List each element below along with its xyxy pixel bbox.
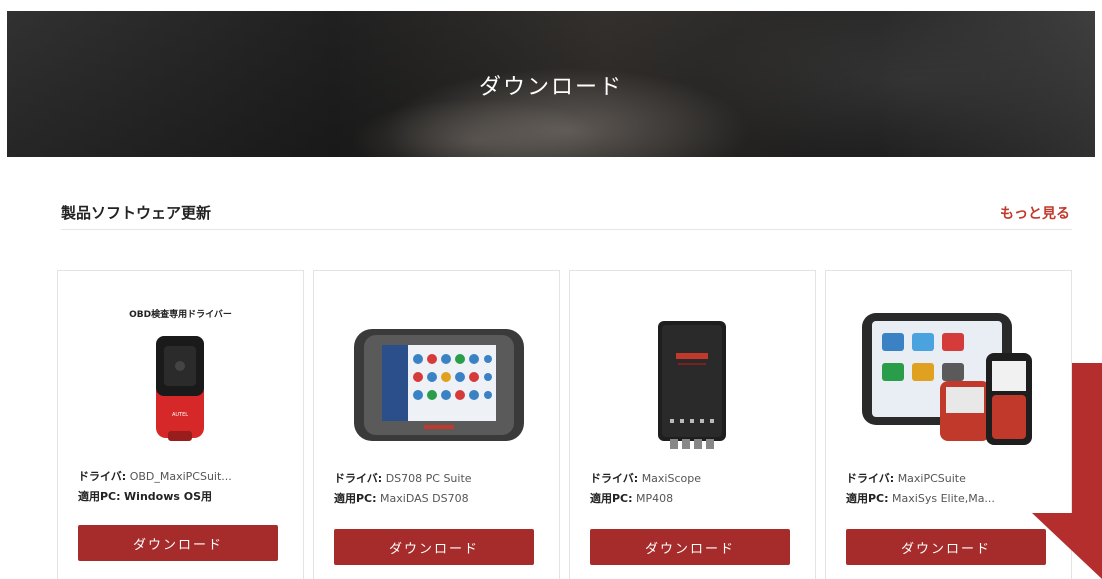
- arrow-down-icon: [1032, 363, 1102, 579]
- pc-value: MaxiSys Elite,Ma...: [892, 492, 995, 505]
- download-button[interactable]: ダウンロード: [334, 529, 534, 565]
- pc-label: 適用PC:: [846, 492, 889, 505]
- driver-value: MaxiScope: [641, 472, 701, 485]
- driver-label: ドライバ:: [334, 472, 383, 485]
- pc-value: MP408: [636, 492, 674, 505]
- section-title: 製品ソフトウェア更新: [61, 204, 212, 222]
- driver-label: ドライバ:: [78, 470, 127, 483]
- product-card-ds708: ドライバ: DS708 PC Suite 適用PC: MaxiDAS DS708…: [313, 270, 560, 579]
- driver-label: ドライバ:: [846, 472, 895, 485]
- driver-value: DS708 PC Suite: [385, 472, 472, 485]
- hero-banner: ダウンロード: [7, 11, 1095, 157]
- pc-label: 適用PC:: [590, 492, 633, 505]
- product-image-ds708: [314, 291, 559, 461]
- hero-title: ダウンロード: [478, 75, 623, 100]
- driver-value: OBD_MaxiPCSuit...: [129, 470, 232, 483]
- download-button[interactable]: ダウンロード: [590, 529, 790, 565]
- section-header: 製品ソフトウェア更新 もっと見る: [61, 200, 1072, 230]
- pc-label: 適用PC:: [78, 490, 121, 503]
- product-info: ドライバ: DS708 PC Suite 適用PC: MaxiDAS DS708: [334, 469, 472, 509]
- product-card-obd: OBD検査専用ドライバー AUTEL ドライバ: OBD_MaxiPCSuit.…: [57, 270, 304, 579]
- product-info: ドライバ: OBD_MaxiPCSuit... 適用PC: Windows OS…: [78, 467, 232, 507]
- pc-value: MaxiDAS DS708: [380, 492, 469, 505]
- svg-text:AUTEL: AUTEL: [172, 412, 188, 418]
- product-image-obd: OBD検査専用ドライバー AUTEL: [58, 291, 303, 461]
- pc-label: 適用PC:: [334, 492, 377, 505]
- product-info: ドライバ: MaxiScope 適用PC: MP408: [590, 469, 701, 509]
- driver-label: ドライバ:: [590, 472, 639, 485]
- product-info: ドライバ: MaxiPCSuite 適用PC: MaxiSys Elite,Ma…: [846, 469, 995, 509]
- driver-value: MaxiPCSuite: [897, 472, 966, 485]
- product-card-maxiscope: ドライバ: MaxiScope 適用PC: MP408 ダウンロード: [569, 270, 816, 579]
- pc-value: Windows OS用: [124, 490, 213, 503]
- product-image-maxiscope: [570, 291, 815, 461]
- download-button[interactable]: ダウンロード: [78, 525, 278, 561]
- download-button[interactable]: ダウンロード: [846, 529, 1046, 565]
- more-link[interactable]: もっと見る: [1000, 203, 1070, 223]
